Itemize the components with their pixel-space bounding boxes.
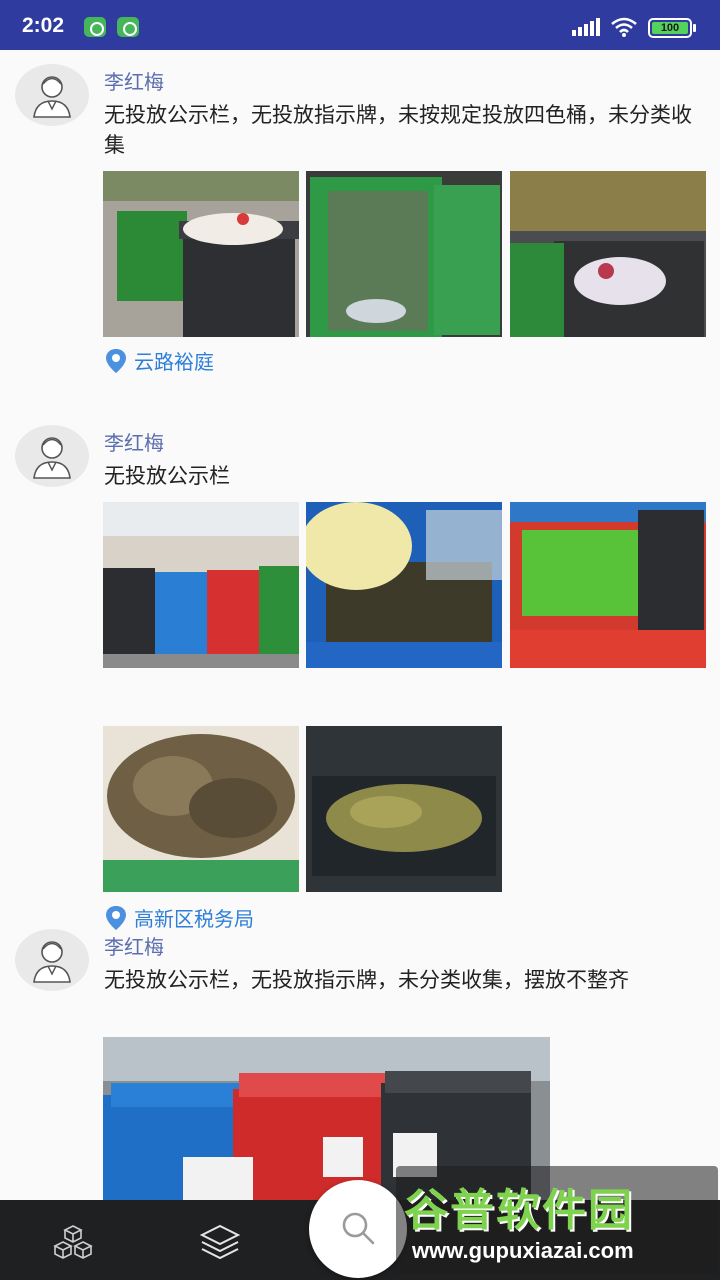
post-location[interactable]: 云路裕庭 xyxy=(104,346,214,375)
post-author[interactable]: 李红梅 xyxy=(104,931,164,960)
report-post[interactable]: 李红梅 无投放公示栏，无投放指示牌，未按规定投放四色桶，未分类收集 云路裕庭 xyxy=(0,50,720,410)
avatar[interactable] xyxy=(15,929,89,991)
post-text: 无投放公示栏 xyxy=(104,464,230,488)
wifi-icon xyxy=(610,16,638,38)
app-notification-icon xyxy=(117,17,139,37)
avatar[interactable] xyxy=(15,64,89,126)
watermark-url: www.gupuxiazai.com xyxy=(412,1238,634,1263)
post-author[interactable]: 李红梅 xyxy=(104,66,164,95)
layers-icon[interactable] xyxy=(198,1222,242,1262)
cubes-icon[interactable] xyxy=(51,1222,95,1262)
report-post[interactable]: 李红梅 无投放公示栏，无投放指示牌，未分类收集，摆放不整齐 xyxy=(0,914,720,1200)
search-icon xyxy=(342,1212,375,1245)
post-text: 无投放公示栏，无投放指示牌，未分类收集，摆放不整齐 xyxy=(104,968,629,992)
location-pin-icon xyxy=(106,348,126,373)
watermark-title: 谷普软件园 xyxy=(404,1185,634,1236)
post-photo[interactable] xyxy=(103,726,299,892)
search-button[interactable] xyxy=(309,1180,407,1278)
app-notification-icon xyxy=(84,17,106,37)
post-photo[interactable] xyxy=(103,171,299,337)
post-photo[interactable] xyxy=(510,502,706,668)
post-photo[interactable] xyxy=(510,171,706,337)
report-feed[interactable]: 李红梅 无投放公示栏，无投放指示牌，未按规定投放四色桶，未分类收集 云路裕庭 李… xyxy=(0,50,720,1200)
post-author[interactable]: 李红梅 xyxy=(104,427,164,456)
battery-icon: 100 xyxy=(648,18,692,38)
watermark: 谷普软件园 www.gupuxiazai.com xyxy=(396,1166,718,1274)
post-photo[interactable] xyxy=(306,502,502,668)
status-bar: 2:02 100 xyxy=(0,0,720,50)
post-photo[interactable] xyxy=(306,726,502,892)
status-time: 2:02 xyxy=(22,14,65,37)
post-text: 无投放公示栏，无投放指示牌，未按规定投放四色桶，未分类收集 xyxy=(104,103,692,157)
battery-nub xyxy=(693,24,696,32)
battery-level: 100 xyxy=(652,22,688,34)
avatar[interactable] xyxy=(15,425,89,487)
report-post[interactable]: 李红梅 无投放公示栏 高新区税务局 xyxy=(0,410,720,931)
signal-icon xyxy=(572,18,602,36)
post-photo[interactable] xyxy=(306,171,502,337)
location-label[interactable]: 云路裕庭 xyxy=(134,346,214,375)
post-photo[interactable] xyxy=(103,502,299,668)
